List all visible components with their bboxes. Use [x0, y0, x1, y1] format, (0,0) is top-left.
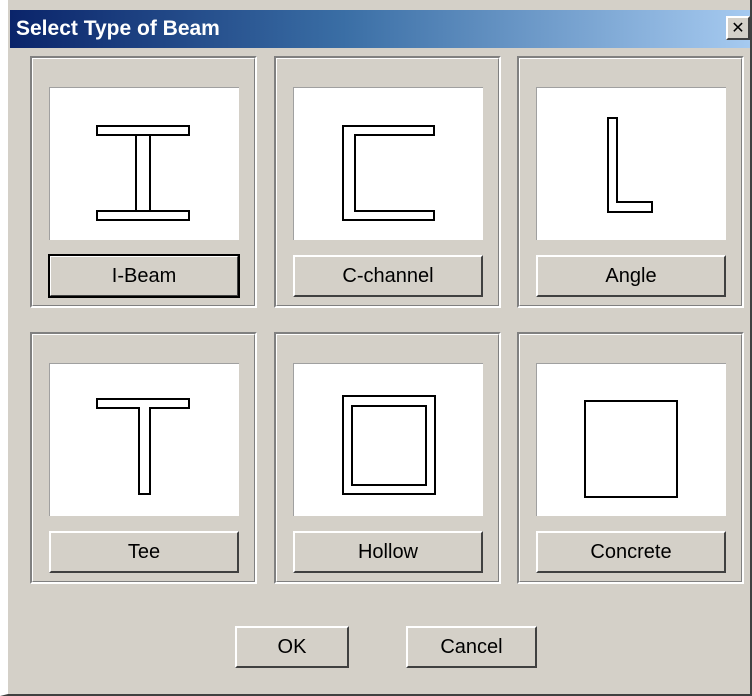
beam-preview: [293, 87, 483, 240]
tee-icon: [96, 398, 190, 495]
beam-card-c-channel: C-channel: [274, 56, 501, 308]
beam-preview: [49, 363, 239, 516]
angle-button[interactable]: Angle: [536, 255, 726, 297]
beam-card-angle: Angle: [517, 56, 744, 308]
cancel-button[interactable]: Cancel: [406, 626, 537, 668]
angle-icon: [607, 117, 653, 213]
beam-card-i-beam: I-Beam: [30, 56, 257, 308]
close-icon: ✕: [731, 18, 745, 37]
title-bar[interactable]: Select Type of Beam ✕: [10, 10, 750, 48]
i-beam-icon: [96, 125, 190, 221]
dialog-title: Select Type of Beam: [16, 17, 220, 40]
beam-preview: [293, 363, 483, 516]
select-beam-dialog: Select Type of Beam ✕ I-Beam C-channel A…: [0, 0, 752, 696]
concrete-icon: [584, 400, 678, 498]
beam-preview: [536, 87, 726, 240]
hollow-button[interactable]: Hollow: [293, 531, 483, 573]
c-channel-button[interactable]: C-channel: [293, 255, 483, 297]
beam-card-hollow: Hollow: [274, 332, 501, 584]
close-button[interactable]: ✕: [726, 16, 750, 40]
ok-button[interactable]: OK: [235, 626, 349, 668]
hollow-icon: [342, 395, 436, 495]
tee-button[interactable]: Tee: [49, 531, 239, 573]
beam-preview: [536, 363, 726, 516]
beam-preview: [49, 87, 239, 240]
concrete-button[interactable]: Concrete: [536, 531, 726, 573]
beam-card-concrete: Concrete: [517, 332, 744, 584]
c-channel-icon: [342, 125, 435, 221]
i-beam-button[interactable]: I-Beam: [48, 254, 240, 298]
beam-card-tee: Tee: [30, 332, 257, 584]
